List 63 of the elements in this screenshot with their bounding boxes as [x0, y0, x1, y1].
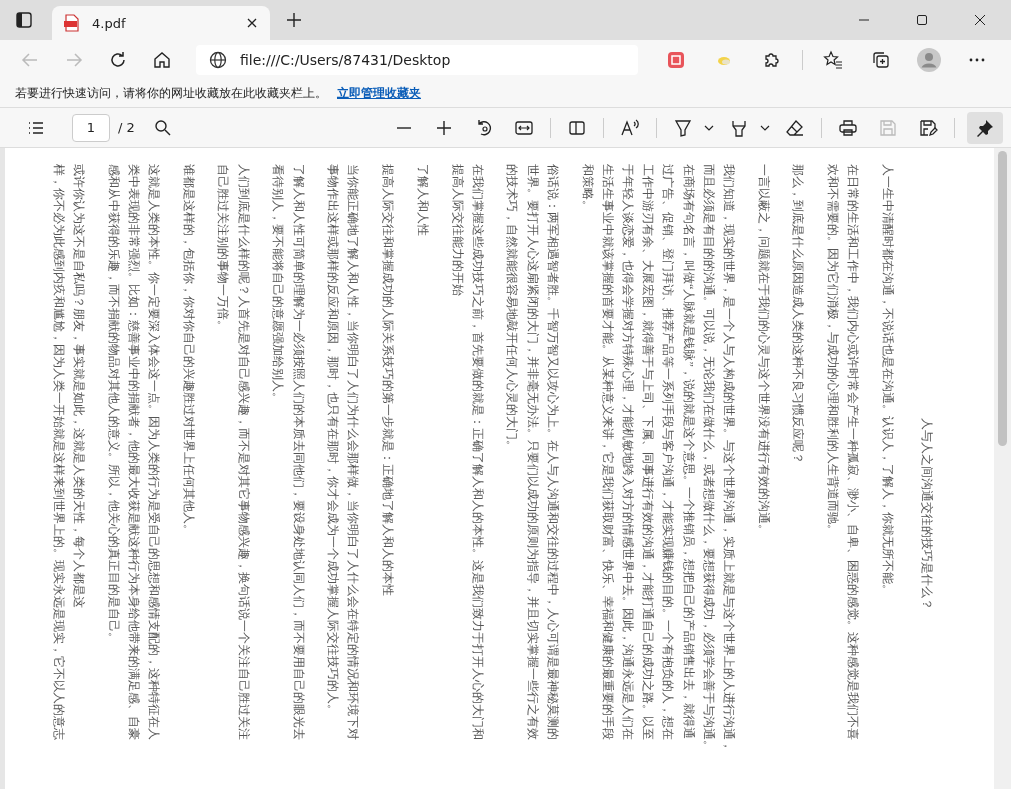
text-line: 谁都是这样的，包括你，你对你自己的兴趣胜过对世界上任何其他人。	[180, 164, 197, 538]
text-line: 那么，到底是什么原因造成人类的这种不良习惯反应呢？	[790, 164, 807, 466]
scrollbar[interactable]	[994, 148, 1011, 789]
manage-favorites-link[interactable]: 立即管理收藏夹	[337, 85, 421, 102]
read-aloud-icon[interactable]	[620, 117, 640, 138]
text-line: 提高人际交往能力的开始	[449, 164, 466, 298]
text-line: 和策略。	[579, 164, 596, 214]
text-line: 欢和不需要的。因为它们消极，与成功的心理和胜利的人生背道而驰。	[825, 164, 842, 538]
text-line: 而且必须是有目的的沟通。可以说，无论我们在做什么，或者想做什么，要想获得成功，必须学会善于与沟通。	[700, 164, 717, 754]
refresh-icon[interactable]	[108, 50, 128, 70]
text-line: 我们知道，现实的世界，是一个人与人构成的世界。与这个世界沟通，实质上就是与这个世界上的人进行沟通，	[721, 164, 737, 754]
text-line: 看待别人，要不能将自己的意愿强加给别人。	[270, 164, 287, 406]
tab-title: 4.pdf	[92, 15, 127, 31]
text-line: 了解人和人性可简单的理解为一必须按照人们的本质去同他们，要设身处地认同人们，而不要用自己的眼光去	[290, 164, 307, 742]
text-line: 了解人和人性	[414, 164, 431, 238]
url-text: file:///C:/Users/87431/Desktop	[240, 52, 451, 68]
close-icon[interactable]	[246, 17, 258, 29]
pdf-file-icon	[64, 14, 80, 32]
print-icon[interactable]	[838, 117, 858, 138]
text-line: 在商场有句名言，叫做“人脉就是钱脉”，说的就是这个意思。一个推销员，想把自己的产品销售出去，就得通	[680, 164, 697, 741]
text-line: 世界。要打开人心这扇紧闭的大门，并非毫无办法。只要们以成功的原则为指导，并且切实掌握一些行之有效	[524, 164, 541, 742]
text-line: 工作中游刃有余、大展宏图，就得善于与上司、下属、同事进行有效的沟通，才能打通自己的成功之路。以至	[640, 164, 657, 742]
text-line: 生活生事业中就该掌握的首要才能。从某种意义来讲，它是我们获取财富、快乐、幸福和健康的最重要的手段	[599, 164, 616, 742]
draw-icon[interactable]	[673, 117, 693, 138]
maximize-icon[interactable]	[916, 14, 928, 26]
text-line: 样，你不必为此感到内疚和尴尬，因为人类一开始就是这样来到世界上的。现实永远是现实，它不以人的意志	[50, 164, 67, 742]
text-line: 人一生中清醒时都在沟通，不说话也是在沟通。认识人，了解人，你就无所不能。	[880, 164, 896, 598]
new-tab-icon[interactable]	[286, 12, 302, 28]
text-line: 人们到底是什么样的呢？人首先是对自己感兴趣，而不是对其它事物感兴趣，换句话说一个关注自己胜过关注	[235, 164, 252, 742]
text-line: 当你能正确地了解人和人性，当你明白了人们为什么会那样做，当你明白了人什么会在特定的情况和环境下对	[345, 164, 362, 742]
text-line: 在我们掌握这些成功技巧之前，首先要做的就是：正确了解人和人的本性。这是我们致力于打开人心的大门和	[469, 164, 486, 742]
address-bar[interactable]: file:///C:/Users/87431/Desktop	[196, 45, 639, 75]
browser-tab[interactable]: 4.pdf	[52, 6, 270, 40]
favorites-icon[interactable]	[823, 50, 843, 70]
page-number-field[interactable]: 1	[72, 113, 110, 142]
text-line: 事物作出这样或那样的反应和原因，那时，也只有在那时，你才会成为一个成功掌握人际交往技巧的人。	[325, 164, 342, 718]
text-line: 俗话说：两军相遇智者胜。千智万智又以攻心为上。在人与人沟通和交往的过程中，人心可谓是最神秘莫测的	[544, 164, 561, 742]
pin-toolbar-button[interactable]	[967, 111, 1003, 144]
profile-avatar-icon[interactable]	[917, 48, 941, 72]
extension-icon[interactable]	[666, 50, 687, 70]
favorites-bar-message: 若要进行快速访问，请将你的网址收藏放在此收藏夹栏上。	[15, 85, 327, 102]
text-line: 过广告、促销、登门拜访、推荐产品等一系列手段与客户沟通，才能实现赚钱的目的。一个有抱负的人，想在	[660, 164, 677, 742]
home-icon[interactable]	[152, 50, 172, 70]
text-line: 感和从中获得的乐趣，而不捐献的物品对其他人的意义。所以，他关心的真正目的是自己。	[105, 164, 122, 646]
text-line: 提高人际交往和掌握成功的人际关系技巧的第一步就是：正确地了解人和人的本性	[380, 164, 397, 598]
text-line: 在日常的生活和工作中，我们内心或许时常会产生一种孤寂、渺小、自卑、困惑的感觉。这种感觉是我们不喜	[845, 164, 862, 742]
search-icon[interactable]	[152, 117, 173, 138]
text-line: 自己胜过关注别的事物一万倍。	[215, 164, 232, 334]
collections-icon[interactable]	[871, 50, 891, 70]
text-line: 的技术巧，自然就能很容易地敲开任何人心灵的大门。	[504, 164, 521, 454]
close-window-icon[interactable]	[974, 14, 986, 26]
text-line: 或许你认为这不是自私吗？朋友，事实就是如此，这就是人类的天性，每个人都是这	[70, 164, 87, 610]
save-as-icon[interactable]	[918, 117, 938, 138]
text-line: 于年轻人谈恋爱，也得会学握对方特殊心理，才能机敏地跨入对方的情感世界中去。因此，沟通永远是人们在	[619, 164, 636, 742]
pin-icon	[975, 117, 995, 138]
text-line: 一言以蔽之，问题就在于我们的心灵与这个世界没有进行有效的沟通。	[755, 164, 772, 538]
page-count: / 2	[118, 120, 135, 135]
tab-actions-icon[interactable]	[14, 10, 34, 30]
text-line: 类中表现的非常强烈。比如：慈善事业中的捐献者，他的最大收获是献这种行为本身给他带来的满足感、自豪	[125, 164, 142, 742]
globe-icon	[208, 50, 228, 70]
document-title: 人与人之间沟通交往的技巧是什么？	[919, 417, 935, 612]
scrollbar-thumb[interactable]	[998, 151, 1007, 446]
text-line: 这就是人类的本性。你一定要深入体会这一点。因为人类的行为是受自己的思想和感情支配的，这种特征在人	[146, 164, 162, 742]
